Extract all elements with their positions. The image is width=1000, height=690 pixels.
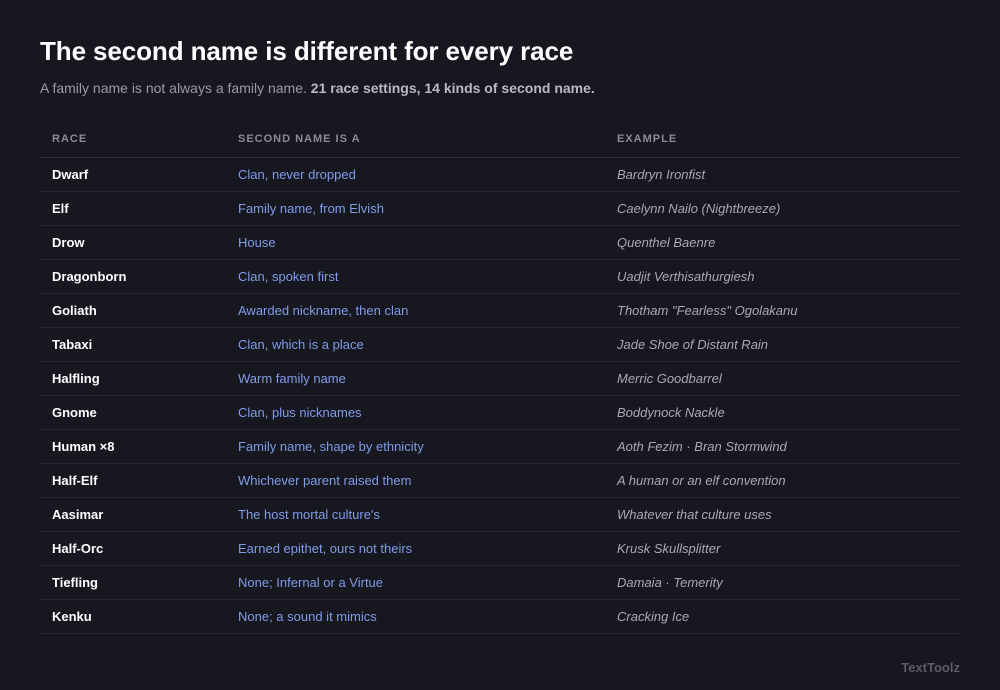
example-cell: Caelynn Nailo (Nightbreeze) (605, 191, 960, 226)
second-name-cell: None; a sound it mimics (226, 599, 605, 634)
example-cell: Thotham "Fearless" Ogolakanu (605, 293, 960, 328)
second-name-cell: Whichever parent raised them (226, 463, 605, 498)
subtitle: A family name is not always a family nam… (40, 79, 960, 97)
example-cell: Cracking Ice (605, 599, 960, 634)
race-naming-table: RACE SECOND NAME IS A EXAMPLE Dwarf Clan,… (40, 120, 960, 634)
second-name-cell: Awarded nickname, then clan (226, 293, 605, 328)
brand-footer: TextToolz (901, 660, 960, 675)
race-cell: Dragonborn (40, 259, 226, 294)
second-name-cell: Family name, from Elvish (226, 191, 605, 226)
race-cell: Dwarf (40, 157, 226, 192)
second-name-cell: Clan, which is a place (226, 327, 605, 362)
second-name-cell: Clan, plus nicknames (226, 395, 605, 430)
example-cell: Krusk Skullsplitter (605, 531, 960, 566)
table-body: Dwarf Clan, never dropped Bardryn Ironfist… (40, 157, 960, 634)
table-row: Elf Family name, from Elvish Caelynn Nailo… (40, 191, 960, 226)
table-row: Gnome Clan, plus nicknames Boddynock Nackl… (40, 395, 960, 430)
content: The second name is different for every r… (40, 36, 960, 634)
table-row: Half-Orc Earned epithet, ours not theirs K… (40, 531, 960, 566)
table-row: Human ×8 Family name, shape by ethnicity A… (40, 429, 960, 464)
second-name-cell: Warm family name (226, 361, 605, 396)
race-cell: Human ×8 (40, 429, 226, 464)
example-cell: Aoth Fezim · Bran Stormwind (605, 429, 960, 464)
second-name-cell: The host mortal culture's (226, 497, 605, 532)
race-cell: Halfling (40, 361, 226, 396)
table-row: Halfling Warm family name Merric Goodbarre… (40, 361, 960, 396)
table-row: Tabaxi Clan, which is a place Jade Shoe of… (40, 327, 960, 362)
subtitle-lead: A family name is not always a family nam… (40, 80, 307, 96)
example-cell: Boddynock Nackle (605, 395, 960, 430)
table-row: Goliath Awarded nickname, then clan Thotha… (40, 293, 960, 328)
second-name-cell: Earned epithet, ours not theirs (226, 531, 605, 566)
table-row: Dragonborn Clan, spoken first Uadjit Verth… (40, 259, 960, 294)
example-cell: Whatever that culture uses (605, 497, 960, 532)
column-header-example: EXAMPLE (605, 120, 960, 158)
table-row: Half-Elf Whichever parent raised them A hu… (40, 463, 960, 498)
race-cell: Gnome (40, 395, 226, 430)
example-cell: Damaia · Temerity (605, 565, 960, 600)
race-cell: Aasimar (40, 497, 226, 532)
page-title: The second name is different for every r… (40, 36, 574, 66)
example-cell: Jade Shoe of Distant Rain (605, 327, 960, 362)
race-cell: Elf (40, 191, 226, 226)
second-name-cell: Clan, never dropped (226, 157, 605, 192)
table-header-row: RACE SECOND NAME IS A EXAMPLE (40, 120, 960, 158)
second-name-cell: None; Infernal or a Virtue (226, 565, 605, 600)
table-row: Drow House Quenthel Baenre (40, 225, 960, 260)
second-name-cell: Family name, shape by ethnicity (226, 429, 605, 464)
example-cell: Bardryn Ironfist (605, 157, 960, 192)
second-name-cell: House (226, 225, 605, 260)
table-row: Dwarf Clan, never dropped Bardryn Ironfist (40, 157, 960, 192)
example-cell: Quenthel Baenre (605, 225, 960, 260)
example-cell: A human or an elf convention (605, 463, 960, 498)
race-cell: Tabaxi (40, 327, 226, 362)
table-row: Aasimar The host mortal culture's Whatever… (40, 497, 960, 532)
race-cell: Tiefling (40, 565, 226, 600)
table-row: Kenku None; a sound it mimics Cracking Ice (40, 599, 960, 634)
column-header-race: RACE (40, 120, 226, 158)
column-header-second-name: SECOND NAME IS A (226, 120, 605, 158)
second-name-cell: Clan, spoken first (226, 259, 605, 294)
race-cell: Half-Elf (40, 463, 226, 498)
race-cell: Kenku (40, 599, 226, 634)
table-row: Tiefling None; Infernal or a Virtue Damaia… (40, 565, 960, 600)
race-cell: Goliath (40, 293, 226, 328)
race-cell: Half-Orc (40, 531, 226, 566)
example-cell: Merric Goodbarrel (605, 361, 960, 396)
race-cell: Drow (40, 225, 226, 260)
subtitle-stat: 21 race settings, 14 kinds of second nam… (310, 80, 595, 96)
example-cell: Uadjit Verthisathurgiesh (605, 259, 960, 294)
